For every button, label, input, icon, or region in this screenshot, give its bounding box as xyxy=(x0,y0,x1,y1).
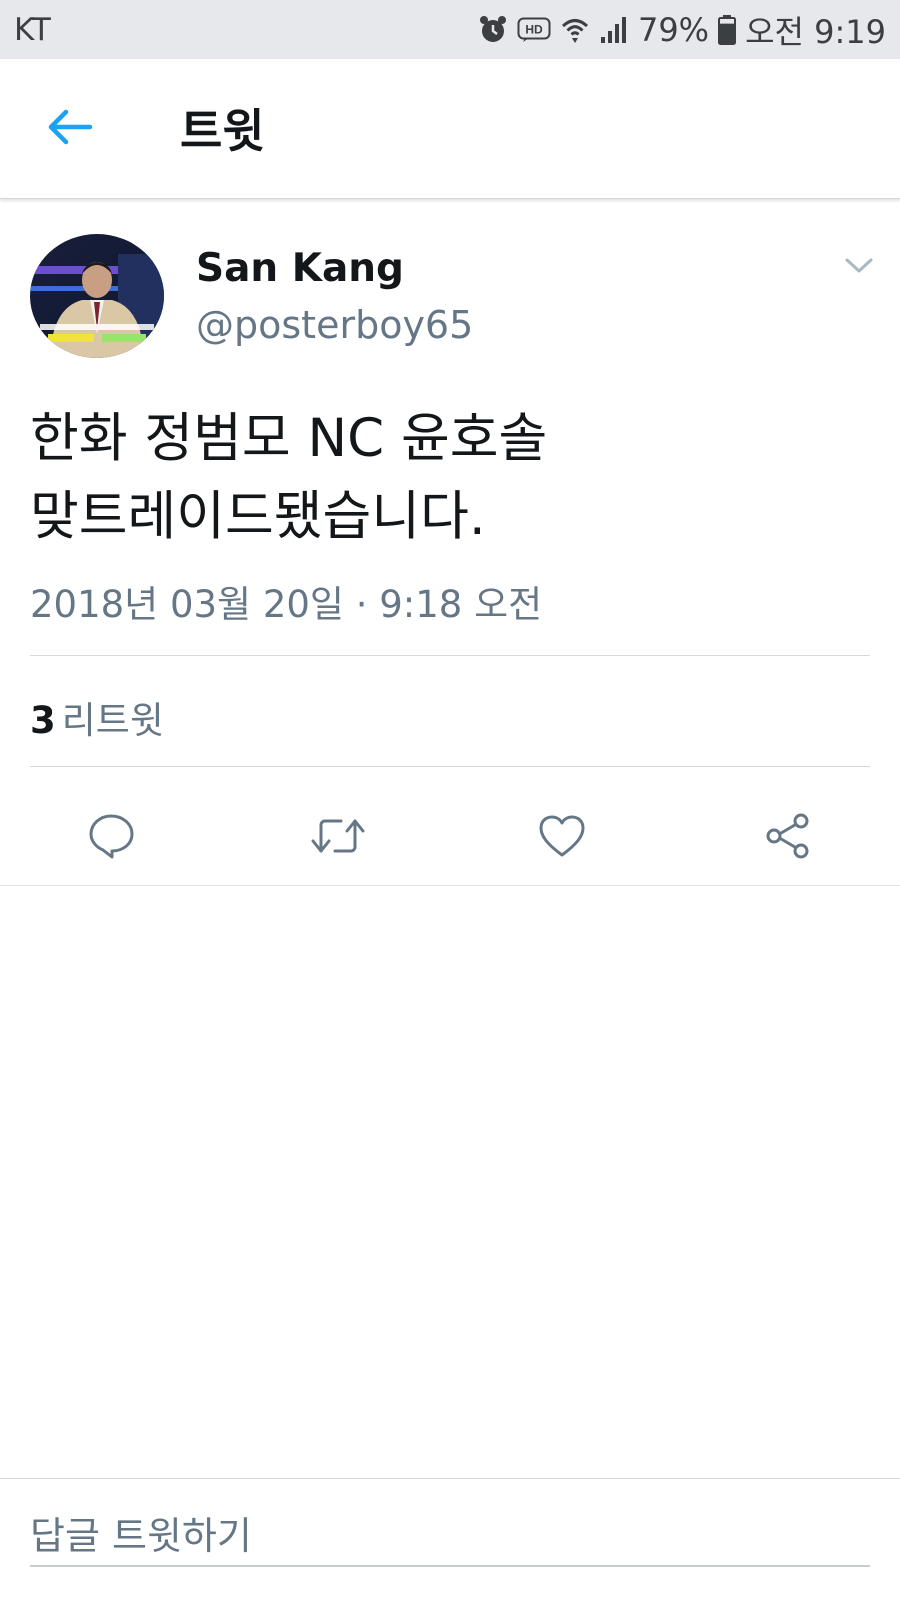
battery-fill xyxy=(720,23,735,43)
avatar[interactable] xyxy=(30,234,164,358)
wifi-icon xyxy=(560,15,590,45)
tweet-options-button[interactable] xyxy=(836,252,882,284)
page-title: 트윗 xyxy=(180,104,265,158)
status-icons: HD 79% 오전 9:19 xyxy=(478,7,886,53)
carrier-name: KT xyxy=(14,11,51,48)
retweet-stats[interactable]: 3 리트윗 xyxy=(30,690,164,744)
reply-icon xyxy=(87,812,137,864)
retweet-icon xyxy=(309,813,367,863)
heart-icon xyxy=(537,813,587,863)
clock-time: 오전 9:19 xyxy=(745,12,886,51)
status-bar: KT HD 79% 오전 9:19 xyxy=(0,0,900,59)
share-icon xyxy=(763,811,813,865)
app-header: 트윗 xyxy=(0,59,900,199)
reply-button[interactable] xyxy=(76,802,148,874)
tweet-timestamp: 2018년 03월 20일 · 9:18 오전 xyxy=(30,583,543,626)
battery-icon xyxy=(718,14,737,45)
hd-voice-icon: HD xyxy=(517,17,551,43)
divider xyxy=(30,766,870,767)
chevron-down-icon xyxy=(844,257,874,279)
user-handle[interactable]: @posterboy65 xyxy=(196,303,473,347)
reply-input[interactable] xyxy=(30,1507,870,1567)
retweet-label: 리트윗 xyxy=(61,699,164,742)
retweet-count: 3 xyxy=(30,699,56,742)
tweet-text: 한화 정범모 NC 윤호솔 맞트레이드됐습니다. xyxy=(30,400,870,556)
share-button[interactable] xyxy=(752,802,824,874)
display-name[interactable]: San Kang xyxy=(196,246,404,291)
reply-bar xyxy=(0,1478,900,1600)
divider xyxy=(30,655,870,656)
alarm-icon xyxy=(478,15,508,45)
back-button[interactable] xyxy=(40,101,100,157)
like-button[interactable] xyxy=(526,802,598,874)
tweet-text-line: 맞트레이드됐습니다. xyxy=(30,486,486,547)
tweet-actions xyxy=(0,790,900,886)
signal-icon xyxy=(599,16,629,44)
tweet-text-line: 한화 정범모 NC 윤호솔 xyxy=(30,408,548,469)
hd-badge-text: HD xyxy=(525,22,543,36)
arrow-left-icon xyxy=(46,107,94,151)
battery-percent: 79% xyxy=(637,10,710,49)
retweet-button[interactable] xyxy=(302,802,374,874)
